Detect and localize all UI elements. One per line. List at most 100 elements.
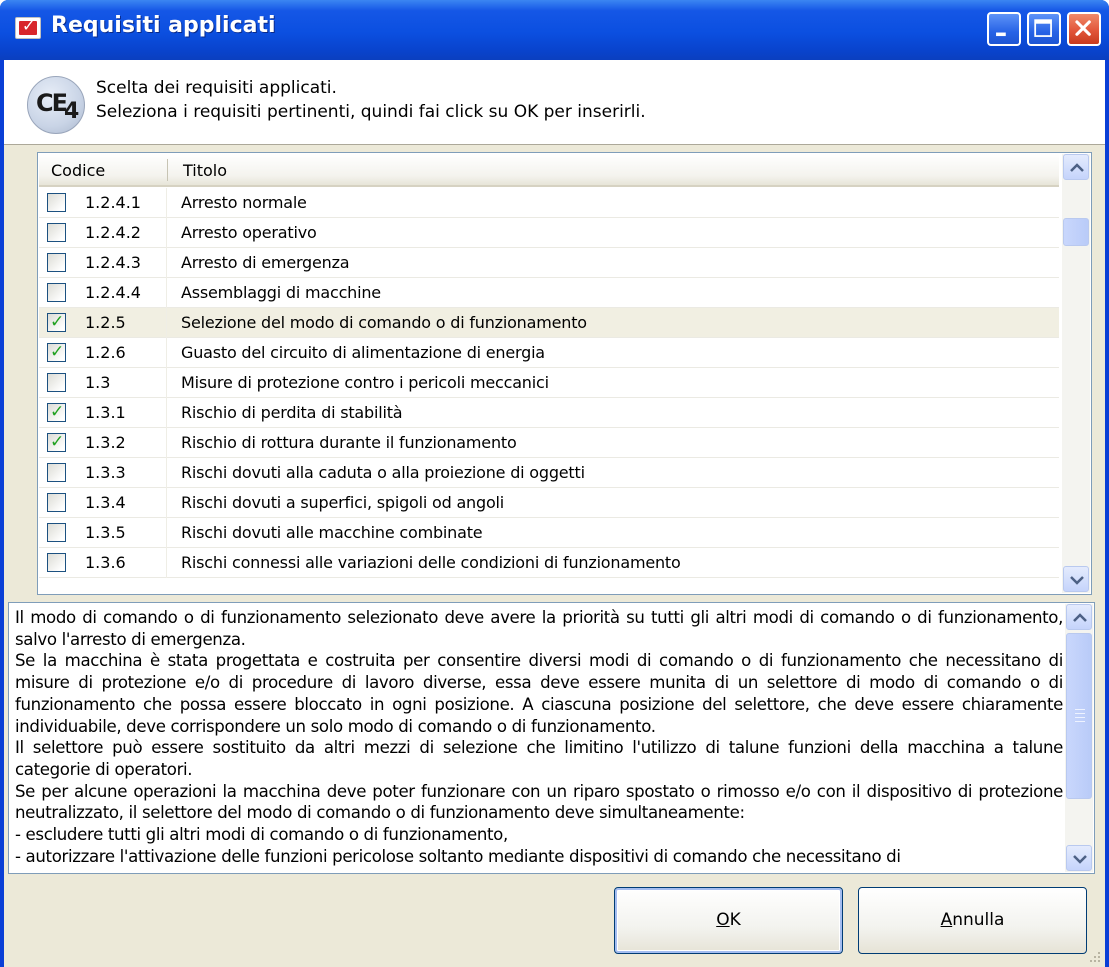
row-checkbox[interactable]: ✓: [47, 342, 66, 362]
dialog-window: ✓ Requisiti applicati CE 4 Scelta dei re…: [0, 0, 1109, 967]
list-row[interactable]: 1.2.4.3 Arresto di emergenza: [39, 248, 1059, 278]
row-code: 1.3.3: [85, 463, 126, 482]
row-column-divider: [166, 338, 167, 368]
row-title: Rischio di rottura durante il funzioname…: [181, 433, 517, 452]
requirements-list[interactable]: Codice Titolo 1.2.4.1 Arresto normale 1.2.…: [37, 152, 1092, 595]
resize-grip-icon[interactable]: [1086, 948, 1102, 964]
row-checkbox[interactable]: [47, 223, 66, 242]
row-code: 1.2.4.1: [85, 193, 141, 212]
row-checkbox[interactable]: [47, 463, 66, 482]
row-checkbox[interactable]: ✓: [47, 432, 66, 452]
description-paragraph: - escludere tutti gli altri modi di coma…: [15, 825, 508, 845]
column-header-title[interactable]: Titolo: [183, 161, 227, 180]
row-code: 1.3.1: [85, 403, 126, 422]
checkmark-icon: ✓: [50, 342, 65, 362]
row-checkbox[interactable]: [47, 253, 66, 272]
close-button[interactable]: [1067, 12, 1101, 46]
row-column-divider: [166, 278, 167, 308]
row-checkbox[interactable]: [47, 493, 66, 512]
ce-logo-icon: CE 4: [27, 76, 85, 134]
list-rows: 1.2.4.1 Arresto normale 1.2.4.2 Arresto ope…: [39, 188, 1059, 594]
row-column-divider: [166, 488, 167, 518]
list-row[interactable]: 1.3.4 Rischi dovuti a superfici, spigoli …: [39, 488, 1059, 518]
row-code: 1.2.4.2: [85, 223, 141, 242]
row-checkbox[interactable]: [47, 523, 66, 542]
row-checkbox[interactable]: [47, 553, 66, 572]
description-paragraph: Se per alcune operazioni la macchina dev…: [15, 781, 1063, 823]
maximize-button[interactable]: [1027, 12, 1061, 46]
description-paragraph: Il modo di comando o di funzionamento se…: [15, 608, 1063, 649]
checkmark-icon: ✓: [50, 432, 65, 452]
list-row[interactable]: 1.2.4.2 Arresto operativo: [39, 218, 1059, 248]
row-checkbox[interactable]: ✓: [47, 402, 66, 422]
list-row[interactable]: ✓ 1.2.6 Guasto del circuito di alimentazio…: [39, 338, 1059, 368]
thumb-grip-line: [1075, 713, 1085, 714]
app-icon[interactable]: ✓: [15, 17, 41, 39]
list-row[interactable]: 1.3.6 Rischi connessi alle variazioni del…: [39, 548, 1059, 578]
ok-label: K: [729, 910, 741, 930]
description-scroll-down-button[interactable]: [1066, 845, 1092, 871]
description-scroll-thumb[interactable]: [1066, 633, 1092, 799]
chevron-up-icon: [1070, 163, 1084, 172]
cancel-accesskey: A: [940, 910, 953, 930]
description-paragraph: Se la macchina è stata progettata e cost…: [15, 651, 1063, 736]
row-title: Guasto del circuito di alimentazione di …: [181, 343, 545, 362]
row-title: Arresto di emergenza: [181, 253, 350, 272]
checkmark-icon: ✓: [50, 402, 65, 422]
description-scroll-up-button[interactable]: [1066, 604, 1092, 630]
list-row[interactable]: 1.2.4.4 Assemblaggi di macchine: [39, 278, 1059, 308]
thumb-grip-line: [1075, 721, 1085, 722]
list-row[interactable]: 1.3.5 Rischi dovuti alle macchine combina…: [39, 518, 1059, 548]
list-row[interactable]: 1.2.4.1 Arresto normale: [39, 188, 1059, 218]
row-code: 1.3.2: [85, 433, 126, 452]
description-text: Il modo di comando o di funzionamento se…: [15, 607, 1063, 869]
app-icon-check: ✓: [22, 16, 36, 35]
cancel-button[interactable]: Annulla: [858, 887, 1087, 954]
title-bar[interactable]: ✓ Requisiti applicati: [0, 0, 1109, 60]
dialog-header: CE 4 Scelta dei requisiti applicati. Sel…: [4, 60, 1105, 145]
thumb-grip-line: [1075, 709, 1085, 710]
minimize-icon: [996, 32, 1006, 37]
description-textbox[interactable]: Il modo di comando o di funzionamento se…: [8, 602, 1095, 874]
row-code: 1.3: [85, 373, 111, 392]
list-column-header: Codice Titolo: [39, 154, 1059, 187]
row-code: 1.2.5: [85, 313, 126, 332]
minimize-button[interactable]: [987, 12, 1021, 46]
ok-accesskey: O: [716, 910, 730, 930]
row-code: 1.3.5: [85, 523, 126, 542]
row-column-divider: [166, 248, 167, 278]
logo-mark-ce: CE: [36, 89, 68, 117]
list-scroll-thumb[interactable]: [1063, 218, 1089, 246]
row-title: Rischio di perdita di stabilità: [181, 403, 403, 422]
row-column-divider: [166, 188, 167, 218]
list-row[interactable]: ✓ 1.2.5 Selezione del modo di comando o di…: [39, 308, 1059, 338]
chevron-down-icon: [1070, 576, 1084, 585]
column-header-code[interactable]: Codice: [51, 161, 105, 180]
list-row[interactable]: 1.3.3 Rischi dovuti alla caduta o alla pr…: [39, 458, 1059, 488]
list-scrollbar[interactable]: [1062, 154, 1090, 593]
list-row[interactable]: ✓ 1.3.2 Rischio di rottura durante il funz…: [39, 428, 1059, 458]
row-code: 1.3.4: [85, 493, 126, 512]
list-row[interactable]: ✓ 1.3.1 Rischio di perdita di stabilità: [39, 398, 1059, 428]
list-row[interactable]: 1.3 Misure di protezione contro i pericol…: [39, 368, 1059, 398]
header-heading: Scelta dei requisiti applicati.: [96, 78, 337, 98]
row-checkbox[interactable]: ✓: [47, 312, 66, 332]
header-instructions: Seleziona i requisiti pertinenti, quindi…: [96, 102, 646, 122]
row-checkbox[interactable]: [47, 193, 66, 212]
chevron-up-icon: [1073, 613, 1087, 622]
list-scroll-up-button[interactable]: [1063, 154, 1089, 180]
row-title: Selezione del modo di comando o di funzi…: [181, 313, 587, 332]
row-checkbox[interactable]: [47, 283, 66, 302]
row-code: 1.3.6: [85, 553, 126, 572]
row-checkbox[interactable]: [47, 373, 66, 392]
list-scroll-down-button[interactable]: [1063, 566, 1089, 592]
description-paragraph: Il selettore può essere sostituito da al…: [15, 738, 1063, 779]
row-title: Rischi connessi alle variazioni delle co…: [181, 553, 681, 572]
row-title: Rischi dovuti alle macchine combinate: [181, 523, 483, 542]
checkmark-icon: ✓: [50, 312, 65, 332]
column-divider[interactable]: [167, 159, 168, 181]
description-scrollbar[interactable]: [1065, 604, 1093, 872]
row-title: Rischi dovuti a superfici, spigoli od an…: [181, 493, 505, 512]
row-code: 1.2.4.3: [85, 253, 141, 272]
ok-button[interactable]: OK: [614, 887, 843, 954]
